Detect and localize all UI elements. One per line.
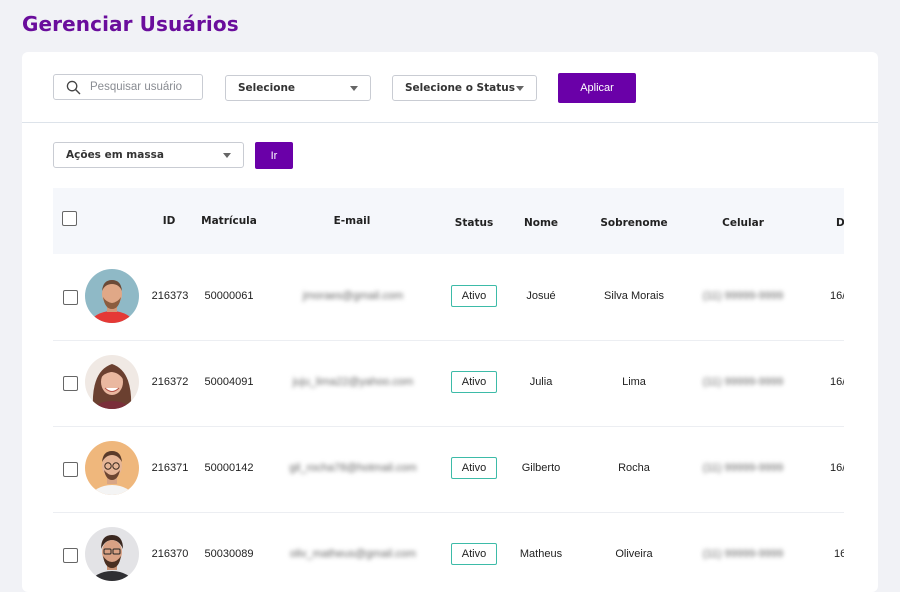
- bulk-actions-select[interactable]: Ações em massa: [53, 142, 244, 168]
- avatar: [85, 527, 139, 581]
- cell-id: 216370: [151, 548, 189, 560]
- row-checkbox[interactable]: [63, 462, 78, 477]
- cell-nome: Josué: [526, 290, 556, 302]
- cell-email: juju_lima22@yahoo.com: [292, 376, 414, 388]
- go-button[interactable]: Ir: [255, 142, 293, 169]
- chevron-down-icon: [516, 86, 524, 91]
- header-matricula[interactable]: Matrícula: [201, 215, 257, 227]
- cell-id: 216371: [151, 462, 189, 474]
- row-checkbox[interactable]: [63, 290, 78, 305]
- cell-id: 216373: [151, 290, 189, 302]
- cell-matricula: 50004091: [204, 376, 254, 388]
- status-badge: Ativo: [451, 371, 497, 393]
- table-row[interactable]: 216370 50030089 oliv_matheus@gmail.com A…: [53, 512, 844, 592]
- cell-id: 216372: [151, 376, 189, 388]
- cell-matricula: 50030089: [204, 548, 254, 560]
- cell-sobrenome: Silva Morais: [604, 290, 664, 302]
- header-status[interactable]: Status: [455, 217, 493, 229]
- users-table: ID Matrícula E-mail Status Nome Sobrenom…: [53, 188, 844, 592]
- table-row[interactable]: 216372 50004091 juju_lima22@yahoo.com At…: [53, 340, 844, 427]
- header-data[interactable]: Dat: [836, 217, 844, 229]
- apply-button[interactable]: Aplicar: [558, 73, 636, 103]
- category-select[interactable]: Selecione: [225, 75, 371, 101]
- search-input[interactable]: [90, 81, 200, 93]
- cell-celular: (11) 99999-9999: [702, 548, 784, 560]
- header-celular[interactable]: Celular: [722, 217, 764, 229]
- header-sobrenome[interactable]: Sobrenome: [600, 217, 667, 229]
- cell-nome: Gilberto: [521, 462, 561, 474]
- chevron-down-icon: [223, 153, 231, 158]
- cell-nome: Julia: [529, 376, 553, 388]
- header-id[interactable]: ID: [163, 215, 176, 227]
- status-badge: Ativo: [451, 285, 497, 307]
- table-header: ID Matrícula E-mail Status Nome Sobrenom…: [53, 188, 844, 254]
- table-row[interactable]: 216373 50000061 jmoraes@gmail.com Ativo …: [53, 254, 844, 341]
- status-badge: Ativo: [451, 457, 497, 479]
- status-badge: Ativo: [451, 543, 497, 565]
- avatar: [85, 441, 139, 495]
- cell-email: gil_rocha78@hotmail.com: [289, 462, 417, 474]
- cell-celular: (11) 99999-9999: [702, 376, 784, 388]
- cell-celular: (11) 99999-9999: [702, 462, 784, 474]
- cell-sobrenome: Lima: [622, 376, 646, 388]
- cell-sobrenome: Oliveira: [615, 548, 653, 560]
- cell-nome: Matheus: [519, 548, 563, 560]
- cell-data: 16/06,: [834, 548, 844, 560]
- status-select-label: Selecione o Status: [405, 82, 515, 94]
- cell-data: 16/06/: [830, 290, 844, 302]
- cell-email: jmoraes@gmail.com: [302, 290, 404, 302]
- cell-data: 16/06/: [830, 462, 844, 474]
- cell-email: oliv_matheus@gmail.com: [289, 548, 417, 560]
- avatar: [85, 269, 139, 323]
- category-select-label: Selecione: [238, 82, 296, 94]
- status-select[interactable]: Selecione o Status: [392, 75, 537, 101]
- table-row[interactable]: 216371 50000142 gil_rocha78@hotmail.com …: [53, 426, 844, 513]
- cell-matricula: 50000061: [204, 290, 254, 302]
- page-title: Gerenciar Usuários: [22, 12, 239, 36]
- avatar: [85, 355, 139, 409]
- row-checkbox[interactable]: [63, 376, 78, 391]
- cell-matricula: 50000142: [204, 462, 254, 474]
- cell-sobrenome: Rocha: [618, 462, 650, 474]
- search-box[interactable]: [53, 74, 203, 100]
- header-email[interactable]: E-mail: [334, 215, 371, 227]
- row-checkbox[interactable]: [63, 548, 78, 563]
- chevron-down-icon: [350, 86, 358, 91]
- users-card: Selecione Selecione o Status Aplicar Açõ…: [22, 52, 878, 592]
- cell-celular: (11) 99999-9999: [702, 290, 784, 302]
- header-nome[interactable]: Nome: [524, 217, 558, 229]
- filter-bar: Selecione Selecione o Status Aplicar: [22, 52, 878, 123]
- search-icon: [66, 80, 81, 94]
- cell-data: 16/06/: [830, 376, 844, 388]
- select-all-checkbox[interactable]: [62, 211, 77, 226]
- bulk-actions-label: Ações em massa: [66, 149, 164, 161]
